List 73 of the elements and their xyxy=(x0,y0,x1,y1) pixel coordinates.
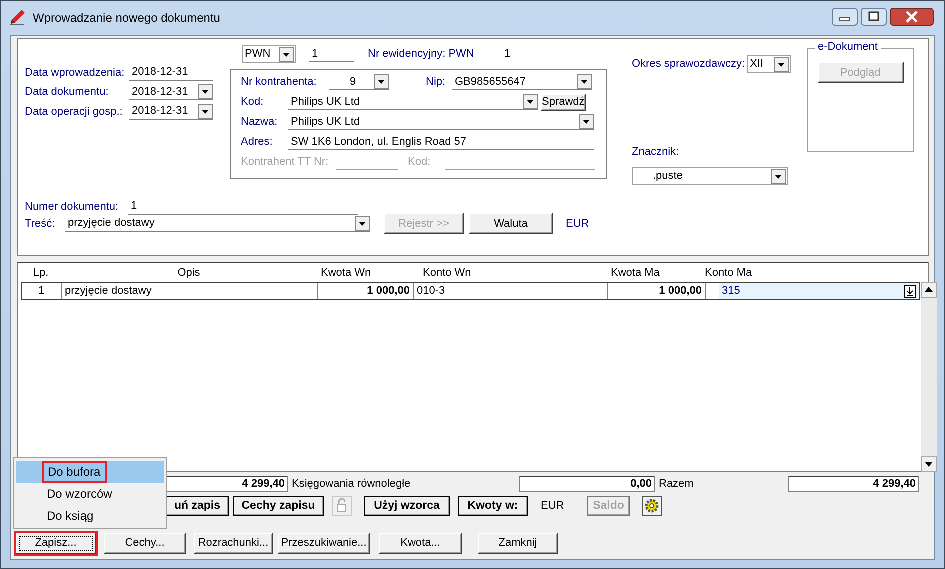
menu-item[interactable]: Do ksiąg xyxy=(16,505,164,527)
field-label: Data wprowadzenia: xyxy=(25,66,126,79)
table-cell: 315 xyxy=(719,283,919,299)
field-label: Data operacji gosp.: xyxy=(25,106,124,118)
button[interactable]: Cechy zapisu xyxy=(233,496,324,516)
register-number: 1 xyxy=(504,48,510,60)
button[interactable]: Kwoty w: xyxy=(458,496,528,516)
currency-label: EUR xyxy=(541,500,564,512)
button[interactable]: Przeszukiwanie... xyxy=(278,532,370,554)
gear-icon[interactable] xyxy=(642,496,662,516)
close-icon[interactable] xyxy=(890,8,934,26)
field-label: Kod: xyxy=(408,156,432,168)
button[interactable]: Waluta xyxy=(469,213,553,234)
button[interactable]: Użyj wzorca xyxy=(364,496,450,516)
button[interactable]: uń zapis xyxy=(167,496,229,516)
combo-field[interactable]: GB985655647 xyxy=(452,74,592,90)
field-label: Kontrahent TT Nr: xyxy=(241,156,330,168)
button[interactable]: Cechy... xyxy=(104,532,186,554)
input-field[interactable]: 1 xyxy=(309,46,354,62)
field-label: Nr ewidencyjny: PWN xyxy=(368,48,474,60)
total-field: 0,00 xyxy=(519,476,655,492)
table-cell: 010-3 xyxy=(414,283,608,299)
combo-field[interactable]: PWN xyxy=(242,45,296,63)
input-field[interactable]: 2018-12-31 xyxy=(129,64,213,81)
column-header: Kwota Ma xyxy=(611,266,660,278)
column-header: Lp. xyxy=(33,266,49,278)
combo-field[interactable]: 2018-12-31 xyxy=(129,104,213,120)
button[interactable]: Zamknij xyxy=(478,532,558,554)
table-cell: 1 xyxy=(22,283,62,299)
button[interactable]: Rozrachunki... xyxy=(194,532,273,554)
combo-field[interactable]: XII xyxy=(747,55,792,73)
field-label: Kod: xyxy=(241,96,265,108)
total-field: 4 299,40 xyxy=(166,476,288,492)
field-label: Nip: xyxy=(426,76,447,88)
button[interactable]: Zapisz... xyxy=(16,532,96,554)
table-cell: 1 000,00 xyxy=(608,283,706,299)
field-label: Treść: xyxy=(25,218,56,230)
combo-field[interactable]: .puste xyxy=(632,167,788,185)
table-cell: przyjęcie dostawy xyxy=(62,283,318,299)
button[interactable]: Sprawdź xyxy=(541,94,586,110)
total-label: Razem xyxy=(659,478,695,490)
window-title: Wprowadzanie nowego dokumentu xyxy=(33,11,222,25)
menu-item[interactable]: Do wzorców xyxy=(16,483,164,505)
combo-field[interactable]: 2018-12-31 xyxy=(129,84,213,100)
scrollbar[interactable] xyxy=(921,282,937,472)
total-field: 4 299,40 xyxy=(788,476,919,492)
combo-field[interactable]: Philips UK Ltd xyxy=(288,94,538,110)
combo-field[interactable]: przyjęcie dostawy xyxy=(65,216,370,232)
field-label: Numer dokumentu: xyxy=(25,200,120,212)
maximize-icon[interactable] xyxy=(861,8,887,26)
currency-label: EUR xyxy=(566,218,590,230)
combo-field[interactable]: Philips UK Ltd xyxy=(288,114,594,130)
table-row[interactable]: 1 przyjęcie dostawy 1 000,00 010-3 1 000,00 315 xyxy=(21,282,920,300)
column-header: Konto Wn xyxy=(423,266,472,278)
column-header: Konto Ma xyxy=(705,266,752,278)
table-cell: 1 000,00 xyxy=(318,283,414,299)
combo-field[interactable]: 9 xyxy=(329,74,389,90)
field-label: Nazwa: xyxy=(241,116,279,128)
group-title: e-Dokument xyxy=(815,41,881,53)
menu-item[interactable]: Do bufora xyxy=(16,461,164,483)
field-label: Adres: xyxy=(241,136,274,148)
minimize-icon[interactable] xyxy=(832,8,858,26)
field-label: Okres sprawozdawczy: xyxy=(632,58,746,70)
field-label: Nr kontrahenta: xyxy=(241,76,318,88)
button[interactable]: Kwota... xyxy=(379,532,462,554)
input-field[interactable]: 1 xyxy=(128,198,358,214)
field-label: Data dokumentu: xyxy=(25,86,110,98)
dropdown-icon[interactable] xyxy=(904,284,916,298)
total-label: Księgowania równoległe xyxy=(292,478,412,490)
input-field[interactable]: SW 1K6 London, ul. Englis Road 57 xyxy=(288,134,594,150)
column-header: Kwota Wn xyxy=(321,266,372,278)
column-header: Opis xyxy=(178,266,200,278)
field-label: Znacznik: xyxy=(632,146,680,160)
